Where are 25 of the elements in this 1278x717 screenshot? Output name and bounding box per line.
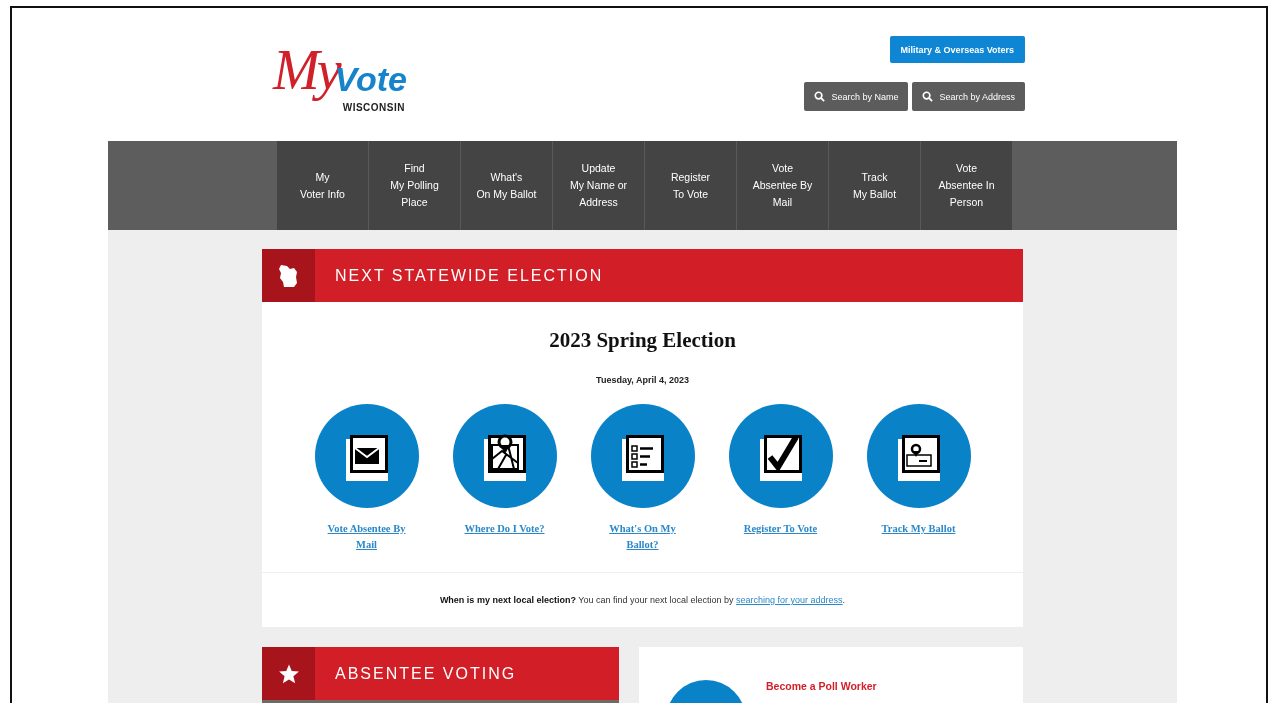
search-icon — [922, 91, 934, 102]
search-icon — [814, 91, 826, 102]
list-circle-icon — [590, 404, 695, 508]
local-election-note: When is my next local election? You can find your next local election by searching for your address. — [439, 595, 846, 605]
icon-link[interactable]: Vote Absentee By Mail — [316, 521, 417, 553]
icon-link[interactable]: Track My Ballot — [868, 521, 969, 537]
check-circle-icon — [728, 404, 833, 508]
military-voters-button[interactable]: Military & Overseas Voters — [889, 36, 1025, 63]
nav-item[interactable]: Vote Absentee In Person — [921, 141, 1012, 230]
map-circle-icon — [452, 404, 557, 508]
logo[interactable]: MyVote WISCONSIN — [265, 38, 407, 124]
mail-circle-icon — [314, 404, 419, 508]
icon-link[interactable]: What's On My Ballot? — [592, 521, 693, 553]
election-date: Tuesday, April 4, 2023 — [596, 375, 689, 385]
address-search-link[interactable]: searching for your address — [736, 595, 843, 605]
state-map-icon — [277, 262, 300, 289]
icon-link[interactable]: Where Do I Vote? — [454, 521, 555, 537]
election-title: 2023 Spring Election — [549, 328, 736, 353]
search-button[interactable]: Search by Name — [804, 82, 909, 111]
icon-link[interactable]: Register To Vote — [730, 521, 831, 537]
poll-worker-link[interactable]: Become a Poll Worker — [766, 680, 877, 692]
track-circle-icon — [866, 404, 971, 508]
search-button[interactable]: Search by Address — [912, 82, 1025, 111]
card-title: NEXT STATEWIDE ELECTION — [335, 266, 604, 285]
card-title: ABSENTEE VOTING — [335, 664, 517, 683]
